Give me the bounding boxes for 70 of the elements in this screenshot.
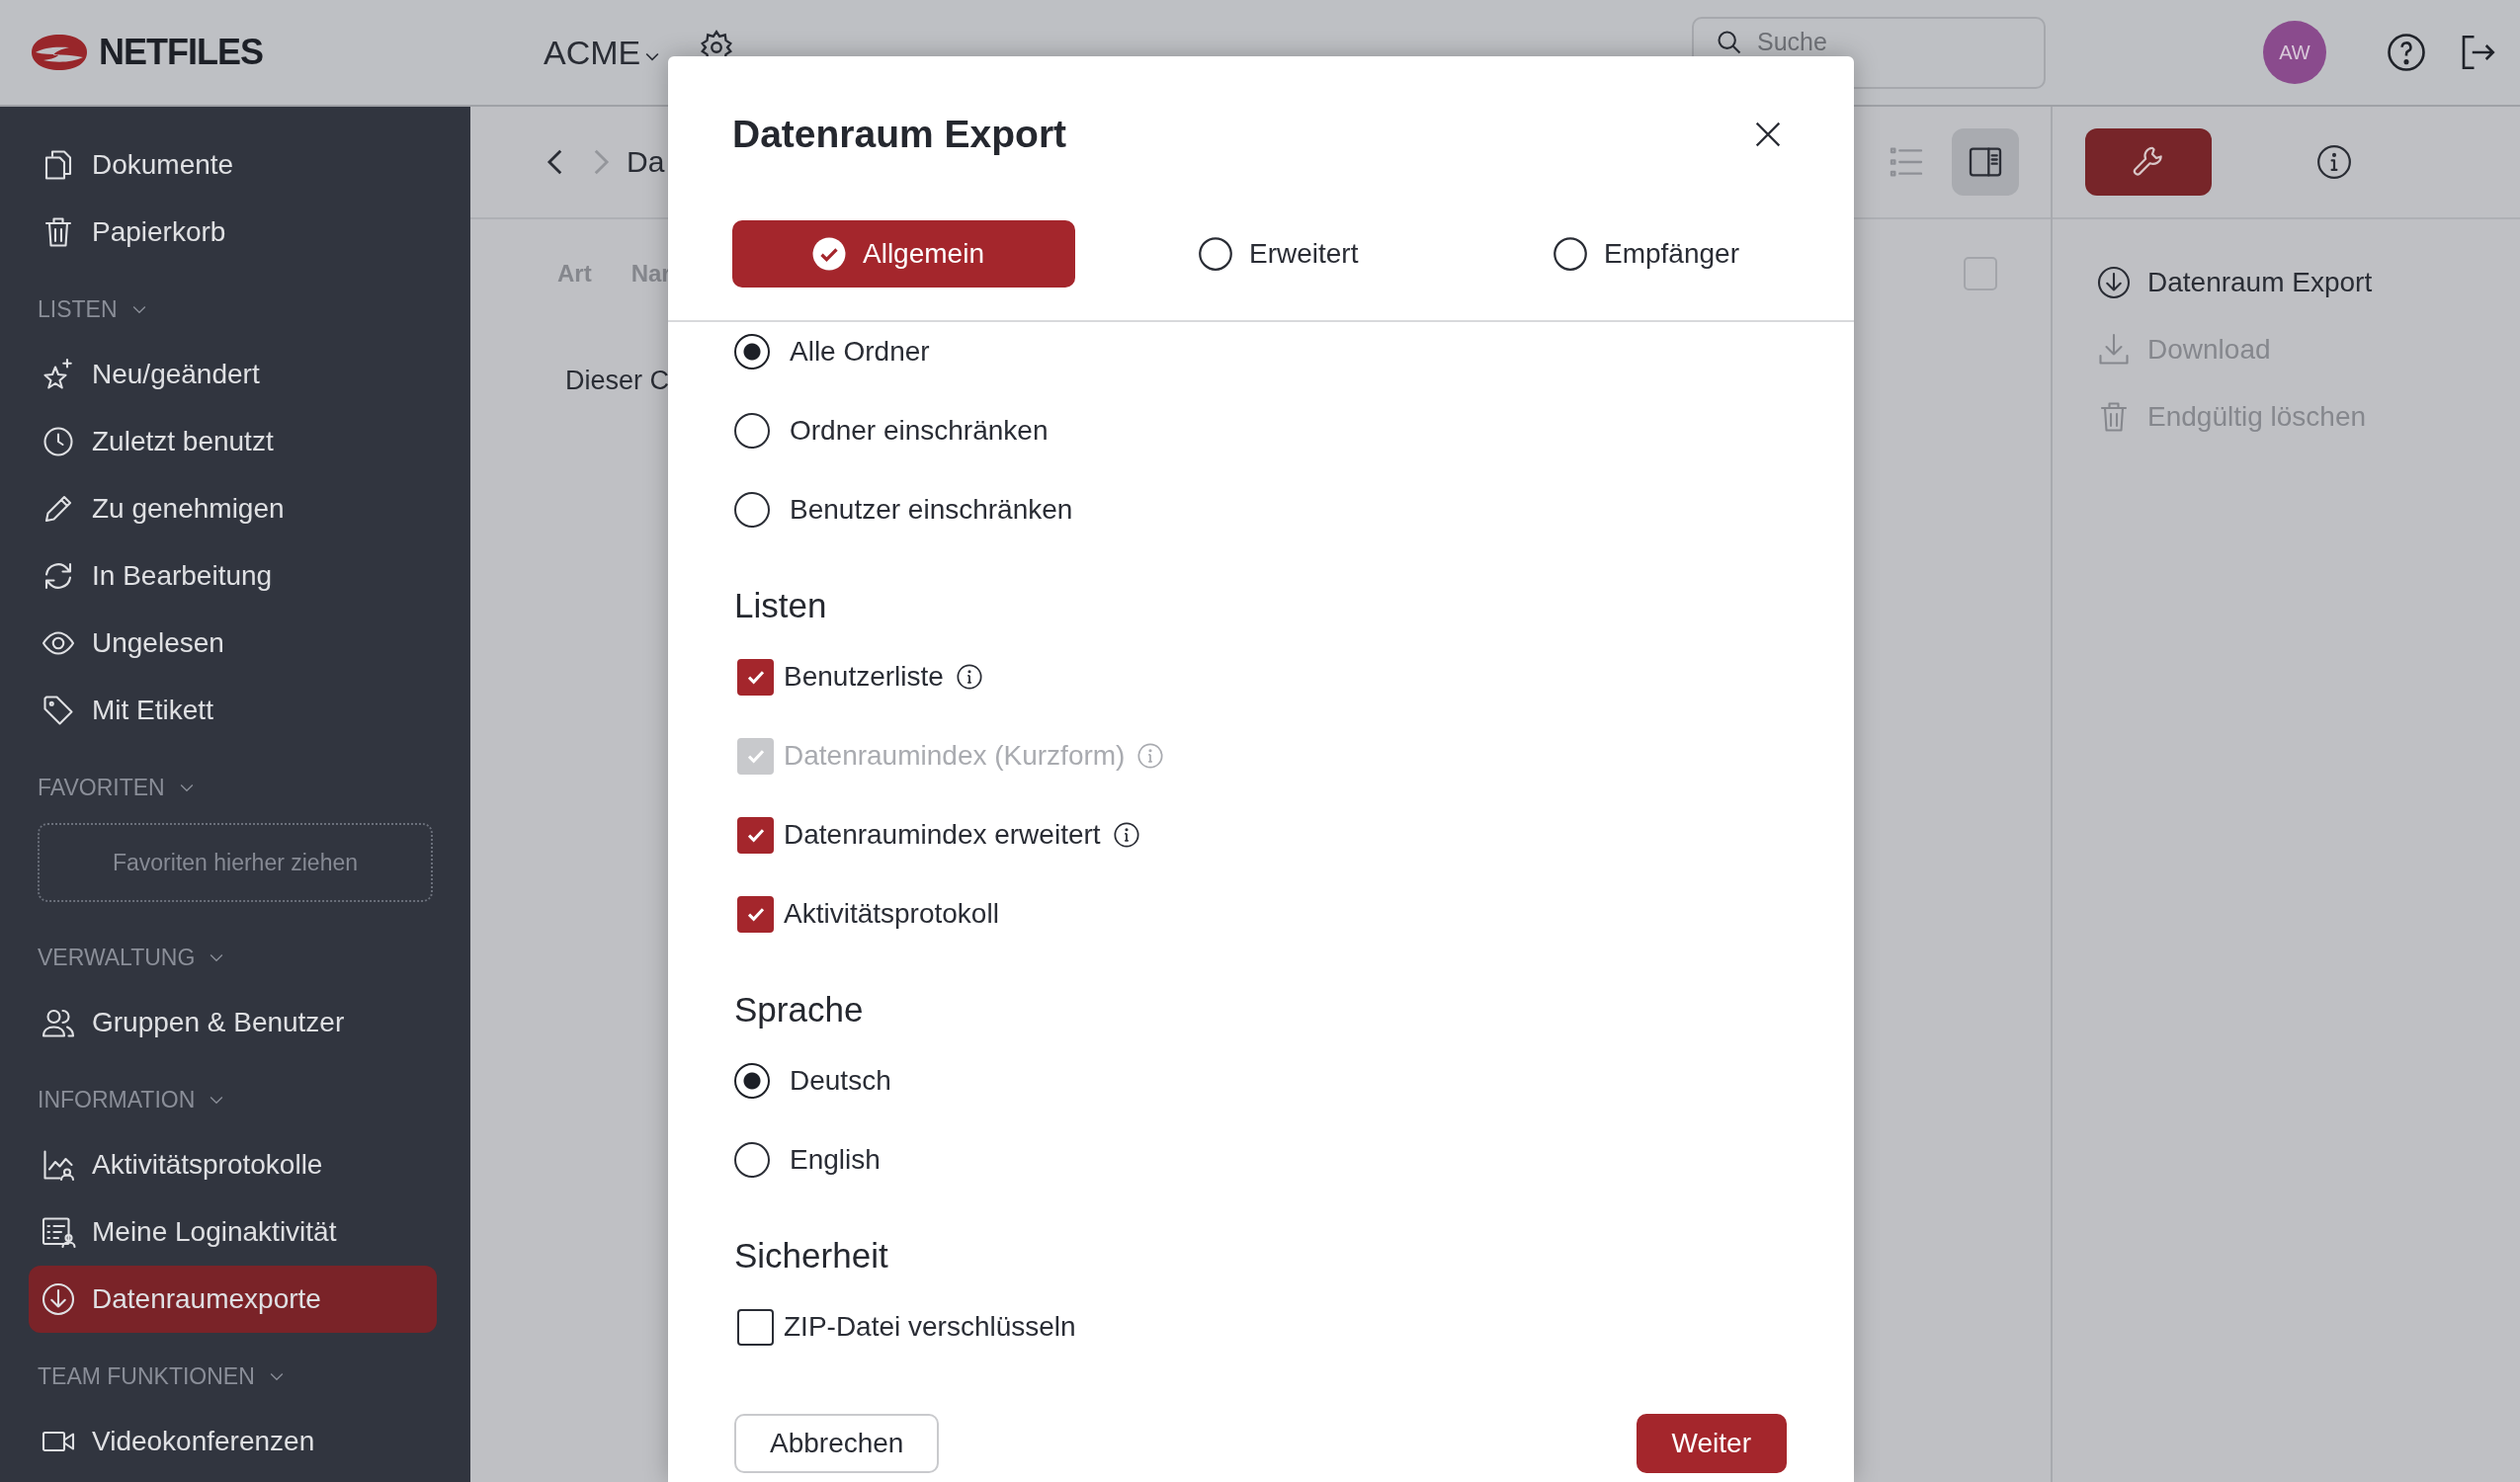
download-icon bbox=[2096, 332, 2132, 368]
sidebar-item[interactable]: Aktivitätsprotokolle bbox=[29, 1131, 437, 1198]
tag-icon bbox=[41, 693, 76, 728]
workspace-selector[interactable]: ACME bbox=[544, 33, 663, 72]
radio-button[interactable] bbox=[734, 1142, 770, 1178]
section-title: Sicherheit bbox=[734, 1235, 889, 1276]
radio-icon bbox=[1198, 236, 1233, 272]
empty-message: Dieser C bbox=[565, 366, 670, 396]
checkbox-label[interactable]: ZIP-Datei verschlüsseln bbox=[784, 1311, 1076, 1343]
tools-tab[interactable] bbox=[2085, 128, 2212, 196]
checkbox-label[interactable]: Aktivitätsprotokoll bbox=[784, 898, 999, 930]
list-icon bbox=[41, 1214, 76, 1250]
section-title: Listen bbox=[734, 585, 828, 626]
sidebar-item[interactable]: Papierkorb bbox=[29, 199, 437, 266]
checkbox[interactable] bbox=[737, 895, 774, 933]
sidebar-item[interactable]: Ungelesen bbox=[29, 610, 437, 677]
info-icon[interactable] bbox=[1112, 821, 1140, 849]
radio-button[interactable] bbox=[734, 492, 770, 528]
checkbox[interactable] bbox=[737, 658, 774, 696]
radio-button[interactable] bbox=[734, 1063, 770, 1099]
sidebar-item[interactable]: Zuletzt benutzt bbox=[29, 408, 437, 475]
dialog-tab[interactable]: Allgemein bbox=[732, 220, 1075, 288]
checkbox-label[interactable]: Benutzerliste bbox=[784, 661, 944, 693]
cancel-button[interactable]: Abbrechen bbox=[734, 1414, 940, 1473]
radio-label[interactable]: English bbox=[790, 1144, 881, 1176]
chart-icon bbox=[41, 1147, 76, 1183]
sidebar-item[interactable]: Dokumente bbox=[29, 131, 437, 199]
sidebar-item[interactable]: Datenraumexporte bbox=[29, 1266, 437, 1333]
sidebar-item[interactable]: Neu/geändert bbox=[29, 341, 437, 408]
radio-label[interactable]: Alle Ordner bbox=[790, 336, 930, 368]
radio-button[interactable] bbox=[734, 334, 770, 370]
dialog-tab[interactable]: Empfänger bbox=[1436, 220, 1785, 288]
sidebar-item[interactable]: Videokonferenzen bbox=[29, 1408, 437, 1475]
checkbox-label[interactable]: Datenraumindex erweitert bbox=[784, 819, 1101, 851]
radio-label[interactable]: Deutsch bbox=[790, 1065, 891, 1097]
radio-label[interactable]: Benutzer einschränken bbox=[790, 494, 1073, 526]
sidebar-item[interactable]: Mit Etikett bbox=[29, 677, 437, 744]
breadcrumb-title: Da bbox=[627, 145, 665, 179]
info-icon[interactable] bbox=[955, 663, 983, 691]
sidebar-item[interactable]: Zu genehmigen bbox=[29, 475, 437, 542]
checkbox[interactable] bbox=[737, 816, 774, 854]
logo-icon bbox=[30, 33, 89, 72]
favorites-dropzone: Favoriten hierher ziehen bbox=[38, 823, 433, 902]
sidebar-item[interactable]: In Bearbeitung bbox=[29, 542, 437, 610]
checkbox[interactable] bbox=[737, 1308, 774, 1346]
check-circle-icon bbox=[811, 236, 847, 272]
info-icon bbox=[2315, 143, 2353, 181]
logo-text: NETFILES bbox=[99, 32, 263, 73]
radio-icon bbox=[1553, 236, 1588, 272]
radio-button[interactable] bbox=[734, 413, 770, 449]
section-header[interactable]: VERWALTUNG bbox=[38, 930, 437, 985]
select-all-checkbox[interactable] bbox=[1964, 257, 1997, 290]
section-header[interactable]: INFORMATION bbox=[38, 1072, 437, 1127]
action-item[interactable]: Datenraum Export bbox=[2096, 249, 2520, 316]
radio-label[interactable]: Ordner einschränken bbox=[790, 415, 1049, 447]
help-icon[interactable] bbox=[2386, 32, 2427, 73]
view-button[interactable] bbox=[1952, 128, 2019, 196]
section-title: Sprache bbox=[734, 989, 865, 1030]
sidebar-item[interactable]: Gruppen & Benutzer bbox=[29, 989, 437, 1056]
search-icon bbox=[1716, 28, 1743, 56]
download-icon bbox=[2096, 265, 2132, 300]
dialog-tab[interactable]: Erweitert bbox=[1081, 220, 1430, 288]
next-button[interactable]: Weiter bbox=[1636, 1414, 1787, 1473]
section-header[interactable]: FAVORITEN bbox=[38, 760, 437, 815]
dialog-title: Datenraum Export bbox=[732, 113, 1067, 156]
user-avatar[interactable]: AW bbox=[2263, 21, 2326, 84]
sidebar-item[interactable]: Meine Loginaktivität bbox=[29, 1198, 437, 1266]
download-icon bbox=[41, 1281, 76, 1317]
section-header[interactable]: LISTEN bbox=[38, 282, 437, 337]
section-header[interactable]: TEAM FUNKTIONEN bbox=[38, 1349, 437, 1404]
